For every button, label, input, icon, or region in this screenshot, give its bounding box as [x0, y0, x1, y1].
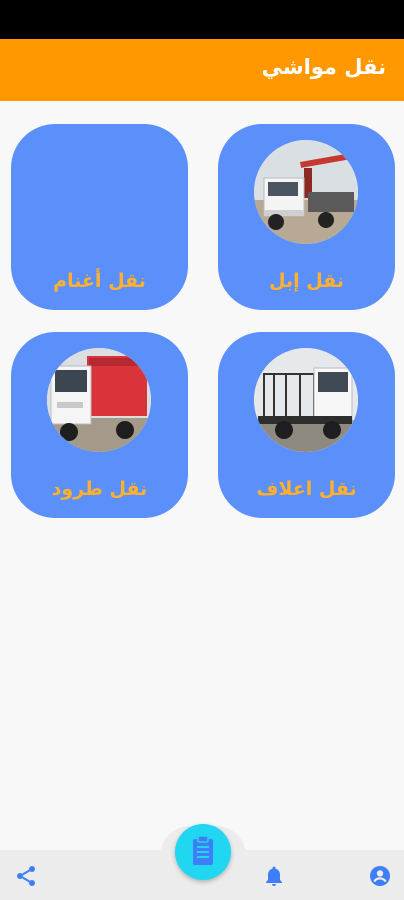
card-camel-transport[interactable]: نقل إبل: [218, 124, 395, 310]
flatbed-truck-photo: [254, 348, 358, 452]
app-bar: نقل مواشي: [0, 39, 404, 101]
crane-truck-photo: [254, 140, 358, 244]
box-truck-photo: [47, 348, 151, 452]
card-label: نقل طرود: [51, 478, 148, 500]
card-label: نقل اعلاف: [256, 478, 357, 500]
clipboard-icon: [193, 835, 213, 865]
page-title: نقل مواشي: [261, 55, 386, 79]
account-icon[interactable]: [368, 864, 392, 888]
card-sheep-transport[interactable]: نقل أغنام: [11, 124, 188, 310]
share-icon[interactable]: [14, 864, 38, 888]
clipboard-fab-button[interactable]: [175, 824, 231, 880]
card-parcel-transport[interactable]: نقل طرود: [11, 332, 188, 518]
card-label: نقل إبل: [269, 270, 344, 292]
card-label: نقل أغنام: [53, 270, 146, 292]
card-fodder-transport[interactable]: نقل اعلاف: [218, 332, 395, 518]
status-bar: [0, 0, 404, 39]
bell-icon[interactable]: [262, 864, 286, 888]
